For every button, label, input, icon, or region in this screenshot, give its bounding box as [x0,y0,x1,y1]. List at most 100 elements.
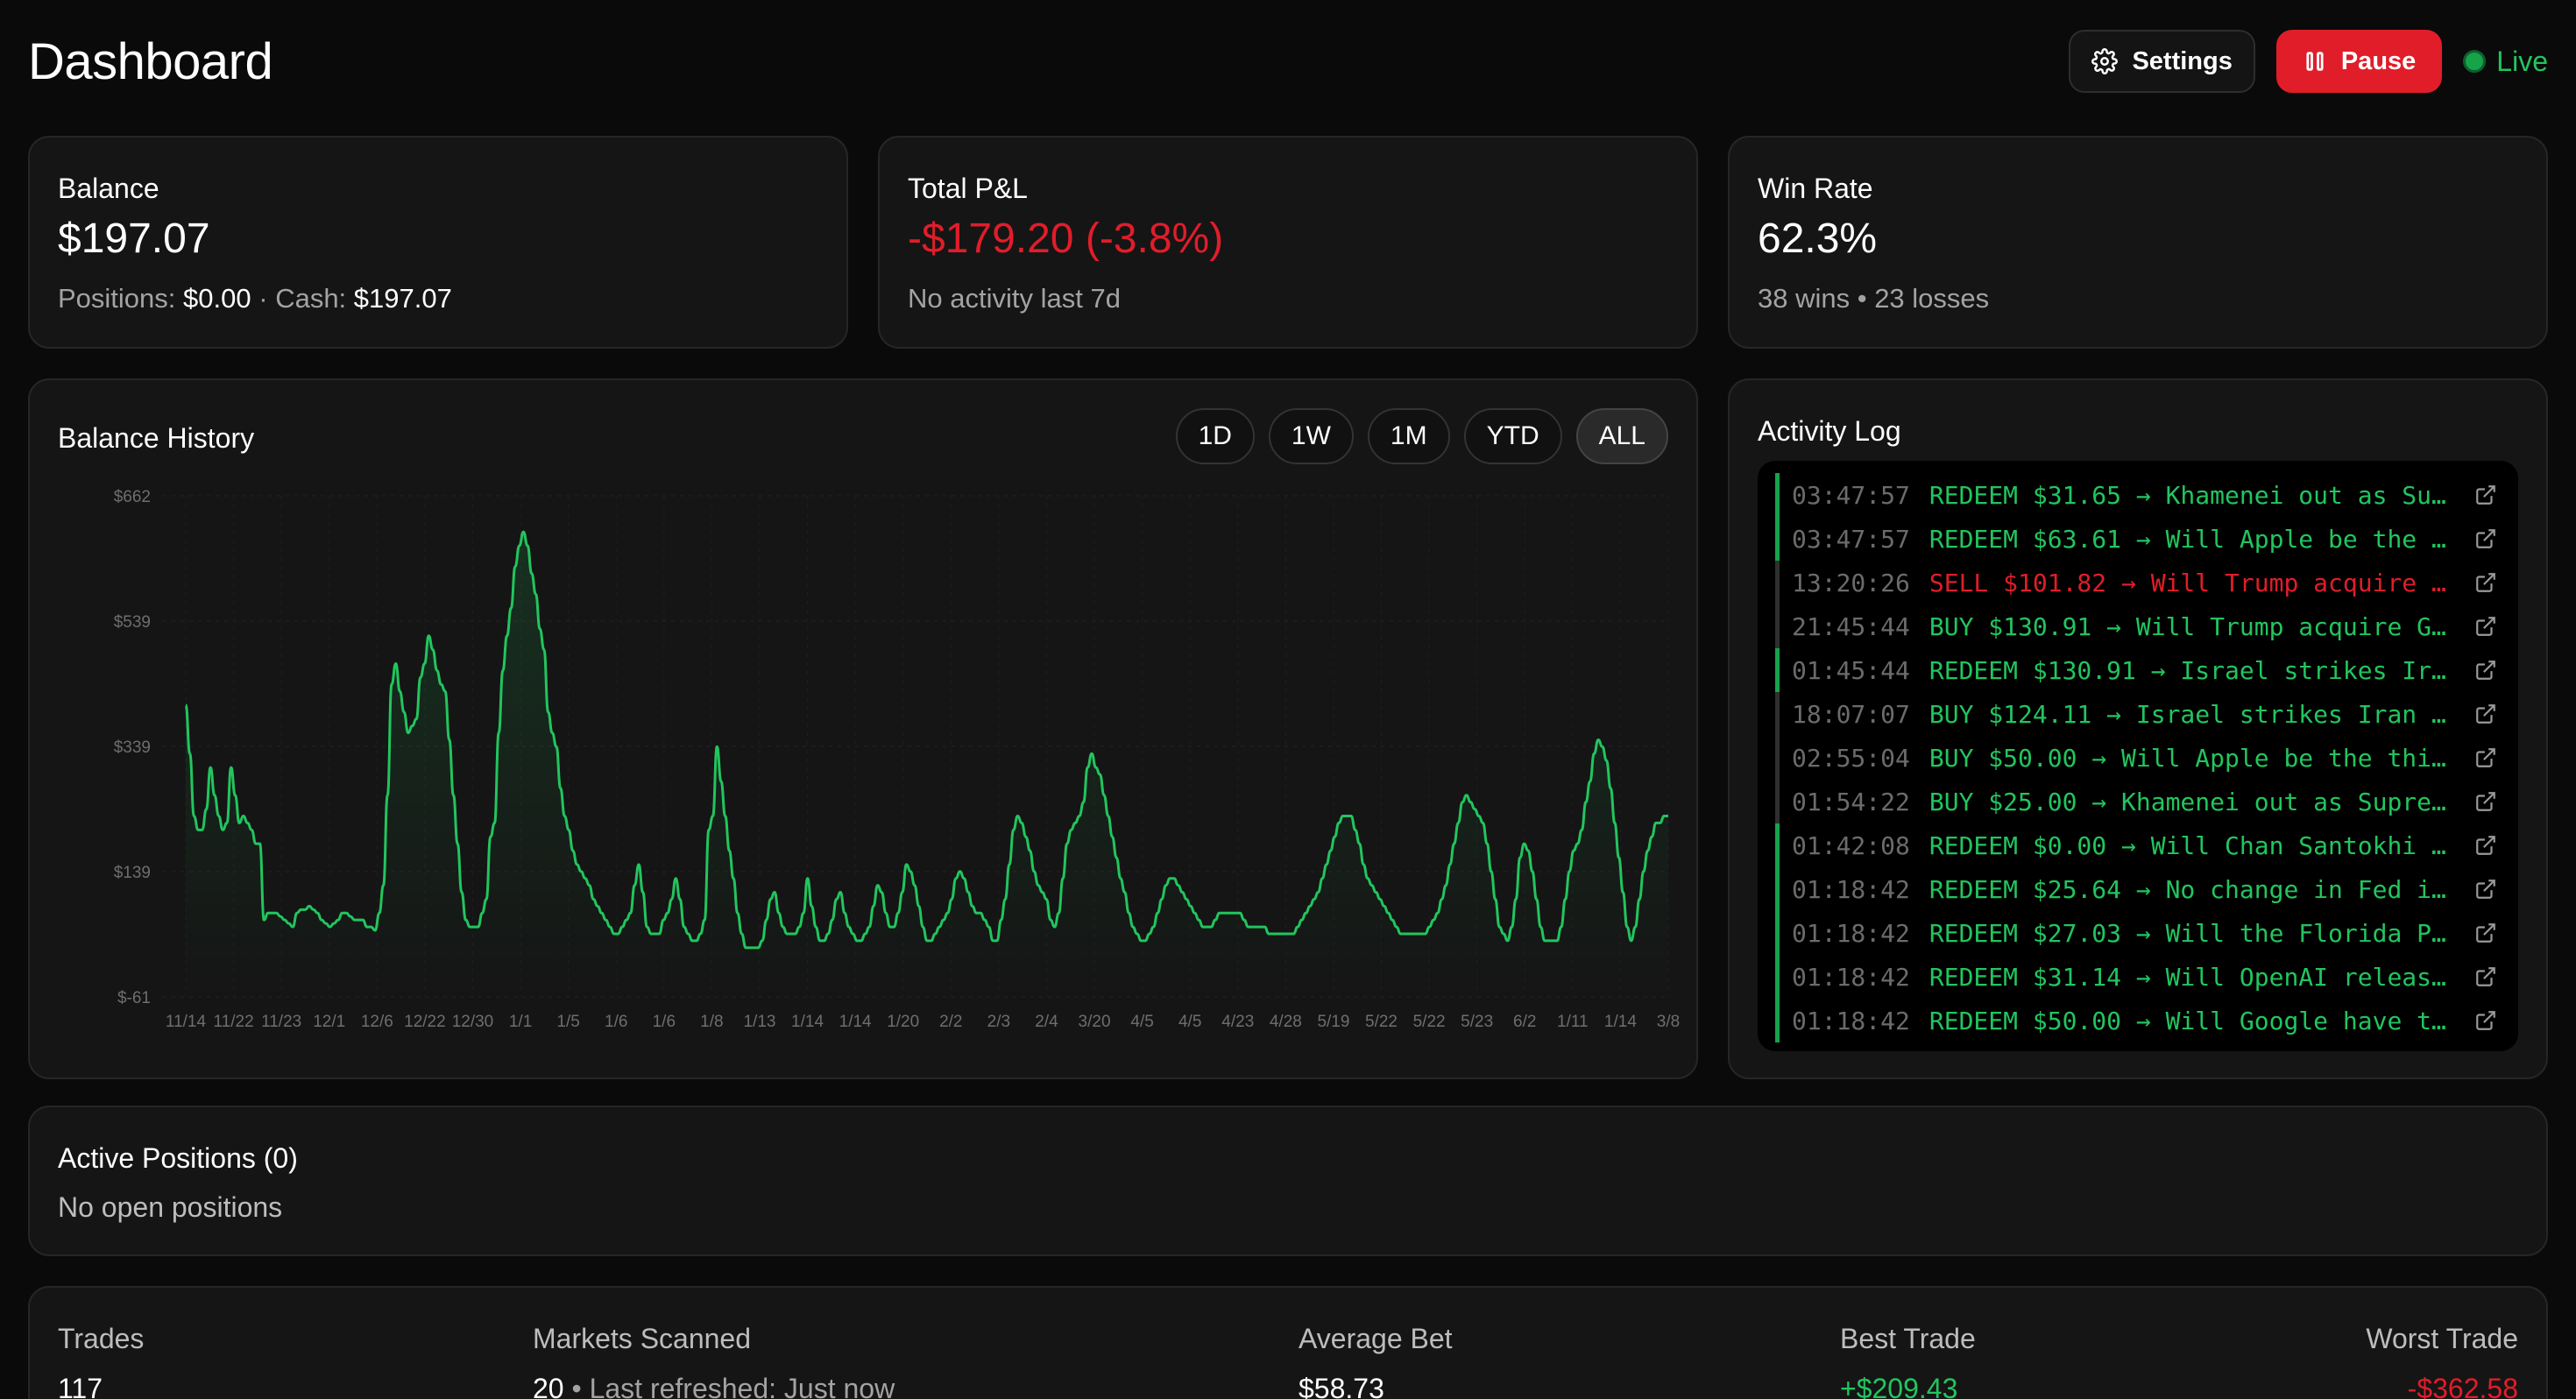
external-link-icon[interactable] [2474,834,2497,857]
log-entry-time: 01:18:42 [1792,874,1910,904]
external-link-icon[interactable] [2474,484,2497,506]
external-link-icon[interactable] [2474,922,2497,944]
positions-value: $0.00 [183,283,251,314]
x-tick-label: 1/14 [839,1013,872,1031]
log-entry-indicator [1775,911,1780,955]
worst-trade-value: -$362.58 [2407,1373,2518,1399]
log-entry[interactable]: 01:18:42 REDEEM $25.64 → No change in Fed… [1758,867,2518,911]
live-dot-icon [2463,50,2487,73]
log-entry-time: 03:47:57 [1792,480,1910,510]
balance-value: $197.07 [58,216,210,262]
log-entry-text: BUY $50.00 → Will Apple be the thi… [1928,743,2446,773]
external-link-icon[interactable] [2474,615,2497,638]
log-entry[interactable]: 01:18:42 REDEEM $27.03 → Will the Florida… [1758,911,2518,955]
external-link-icon[interactable] [2474,746,2497,769]
x-tick-label: 6/2 [1513,1013,1536,1031]
no-positions-text: No open positions [58,1191,283,1223]
external-link-icon[interactable] [2474,527,2497,550]
active-positions-card: Active Positions (0) No open positions [28,1106,2548,1256]
x-tick-label: 5/22 [1365,1013,1398,1031]
log-entry-indicator [1775,648,1780,692]
x-tick-label: 11/22 [214,1013,254,1031]
balance-history-card: Balance History 1D 1W 1M YTD ALL $662 $53… [28,378,1698,1079]
x-tick-label: 1/13 [743,1013,775,1031]
balance-label: Balance [58,173,159,204]
log-entry[interactable]: 01:18:42 REDEEM $31.14 → Will OpenAI rele… [1758,955,2518,999]
winrate-card: Win Rate 62.3% 38 wins • 23 losses [1728,136,2548,349]
log-entry[interactable]: 03:47:57 REDEEM $31.65 → Khamenei out as … [1758,473,2518,517]
x-tick-label: 1/14 [1604,1013,1637,1031]
log-entry[interactable]: 18:07:07 BUY $124.11 → Israel strikes Ira… [1758,692,2518,736]
average-bet-value: $58.73 [1299,1373,1384,1399]
external-link-icon[interactable] [2474,965,2497,988]
balance-card: Balance $197.07 Positions: $0.00 · Cash:… [28,136,848,349]
log-entry-time: 01:42:08 [1792,830,1910,860]
y-tick-label: $662 [114,488,151,506]
separator-dot: · [258,283,268,314]
x-tick-label: 1/5 [556,1013,579,1031]
log-entry[interactable]: 01:42:08 REDEEM $0.00 → Will Chan Santokh… [1758,823,2518,867]
log-entry[interactable]: 01:45:44 REDEEM $130.91 → Israel strikes … [1758,648,2518,692]
x-tick-label: 1/20 [887,1013,919,1031]
average-bet-metric: Average Bet $58.73 [1299,1323,1453,1399]
metrics-card: Trades 117 Markets Scanned 20 • Last ref… [28,1286,2548,1399]
header-actions: Settings Pause Live [2069,30,2548,93]
x-tick-label: 11/23 [261,1013,301,1031]
header: Dashboard Settings Pause Live [28,26,2548,96]
x-tick-label: 12/6 [361,1013,393,1031]
page-title: Dashboard [28,32,273,90]
y-tick-label: $539 [114,613,151,632]
external-link-icon[interactable] [2474,571,2497,594]
activity-log-card: Activity Log 03:47:57 REDEEM $31.65 → Kha… [1728,378,2548,1079]
log-entry-text: REDEEM $0.00 → Will Chan Santokhi … [1928,830,2446,860]
log-entry[interactable]: 03:47:57 REDEEM $63.61 → Will Apple be th… [1758,517,2518,561]
x-tick-label: 4/5 [1178,1013,1201,1031]
best-trade-label: Best Trade [1840,1323,1976,1354]
x-tick-label: 4/28 [1270,1013,1302,1031]
external-link-icon[interactable] [2474,659,2497,682]
winrate-sub: 38 wins • 23 losses [1758,283,1990,314]
y-tick-label: $-61 [117,989,151,1007]
log-entry-indicator [1775,999,1780,1042]
log-entry-time: 02:55:04 [1792,743,1910,773]
activity-log-list[interactable]: 03:47:57 REDEEM $31.65 → Khamenei out as … [1758,461,2518,1051]
log-entry-indicator [1775,955,1780,999]
settings-label: Settings [2132,46,2233,75]
pause-icon [2306,52,2324,71]
external-link-icon[interactable] [2474,703,2497,725]
x-tick-label: 3/8 [1657,1013,1680,1031]
active-positions-title: Active Positions (0) [58,1142,298,1174]
pause-label: Pause [2340,46,2417,75]
markets-scanned-label: Markets Scanned [533,1323,752,1354]
log-entry-text: REDEEM $50.00 → Will Google have t… [1928,1006,2446,1035]
log-entry[interactable]: 01:54:22 BUY $25.00 → Khamenei out as Sup… [1758,780,2518,823]
worst-trade-metric: Worst Trade -$362.58 [2366,1323,2518,1399]
log-entry[interactable]: 13:20:26 SELL $101.82 → Will Trump acquir… [1758,561,2518,604]
log-entry[interactable]: 21:45:44 BUY $130.91 → Will Trump acquire… [1758,604,2518,648]
log-entry-text: SELL $101.82 → Will Trump acquire … [1928,568,2446,597]
log-entry-text: REDEEM $31.14 → Will OpenAI releas… [1928,962,2446,992]
live-label: Live [2496,45,2548,77]
external-link-icon[interactable] [2474,1009,2497,1032]
trades-value: 117 [58,1373,103,1399]
cash-label: Cash: [275,283,347,314]
log-entry-time: 01:18:42 [1792,962,1910,992]
x-tick-label: 1/1 [509,1013,532,1031]
x-tick-label: 1/14 [791,1013,824,1031]
log-entry-text: BUY $25.00 → Khamenei out as Supre… [1928,787,2446,816]
settings-button[interactable]: Settings [2069,30,2255,93]
log-entry-indicator [1775,692,1780,736]
average-bet-label: Average Bet [1299,1323,1453,1354]
external-link-icon[interactable] [2474,878,2497,901]
pause-button[interactable]: Pause [2275,30,2443,93]
log-entry-time: 01:45:44 [1792,655,1910,685]
markets-scanned-metric: Markets Scanned 20 • Last refreshed: Jus… [533,1323,895,1399]
external-link-icon[interactable] [2474,790,2497,813]
log-entry[interactable]: 02:55:04 BUY $50.00 → Will Apple be the t… [1758,736,2518,780]
log-entry-indicator [1775,561,1780,604]
log-entry-text: REDEEM $25.64 → No change in Fed i… [1928,874,2446,904]
winrate-label: Win Rate [1758,173,1873,204]
best-trade-metric: Best Trade +$209.43 [1840,1323,1976,1399]
log-entry[interactable]: 01:18:42 REDEEM $50.00 → Will Google have… [1758,999,2518,1042]
pnl-card: Total P&L -$179.20 (-3.8%) No activity l… [878,136,1698,349]
